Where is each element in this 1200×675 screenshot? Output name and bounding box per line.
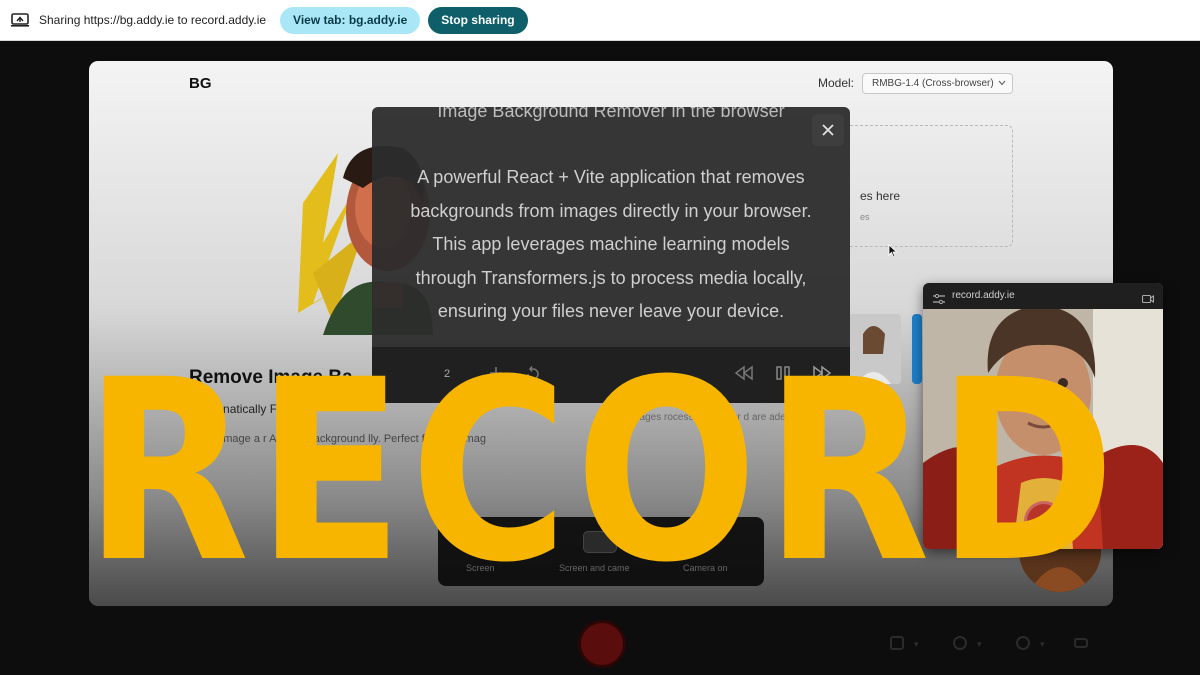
modal-body-line: ensuring your files never leave your dev… [437,301,785,321]
chevron-down-icon[interactable]: ▾ [1040,639,1045,650]
modal-body-line: through Transformers.js to process media… [415,267,807,288]
screen-share-icon [11,13,29,27]
chevron-down-icon[interactable]: ▾ [977,639,982,650]
dropzone-primary-text: es here [860,189,901,203]
camera-toggle-icon[interactable] [953,636,967,650]
chevron-down-icon [998,78,1006,89]
modal-title: Image Background Remover in the browser [437,107,785,121]
screen-select-icon[interactable] [890,636,904,650]
settings-sliders-icon[interactable] [933,291,945,309]
video-icon[interactable] [1074,638,1088,648]
model-label: Model: [818,76,855,90]
model-select-value: RMBG-1.4 (Cross-browser) [872,78,994,89]
app-brand[interactable]: BG [189,75,212,92]
screen-share-bar: Sharing https://bg.addy.ie to record.add… [0,0,1200,41]
camera-window-title: record.addy.ie [952,290,1015,301]
stop-sharing-button[interactable]: Stop sharing [428,6,528,34]
model-select[interactable]: RMBG-1.4 (Cross-browser) [862,73,1013,94]
mouse-cursor-icon [888,244,898,263]
modal-body-line: backgrounds from images directly in your… [410,200,812,221]
chevron-down-icon[interactable]: ▾ [914,639,919,650]
share-status-text: Sharing https://bg.addy.ie to record.add… [39,13,267,27]
dropzone-secondary-text: es [860,212,870,222]
record-title-overlay: RECORD [84,326,1123,617]
modal-body-line: This app leverages machine learning mode… [432,234,790,254]
view-tab-button[interactable]: View tab: bg.addy.ie [280,6,421,34]
record-button-large[interactable] [578,620,626,668]
modal-body-line: A powerful React + Vite application that… [417,167,805,187]
modal-body: A powerful React + Vite application that… [372,161,850,329]
video-camera-icon[interactable] [1141,291,1155,309]
microphone-icon[interactable] [1016,636,1030,650]
camera-title-bar: record.addy.ie [923,283,1163,309]
close-icon[interactable] [812,114,844,146]
